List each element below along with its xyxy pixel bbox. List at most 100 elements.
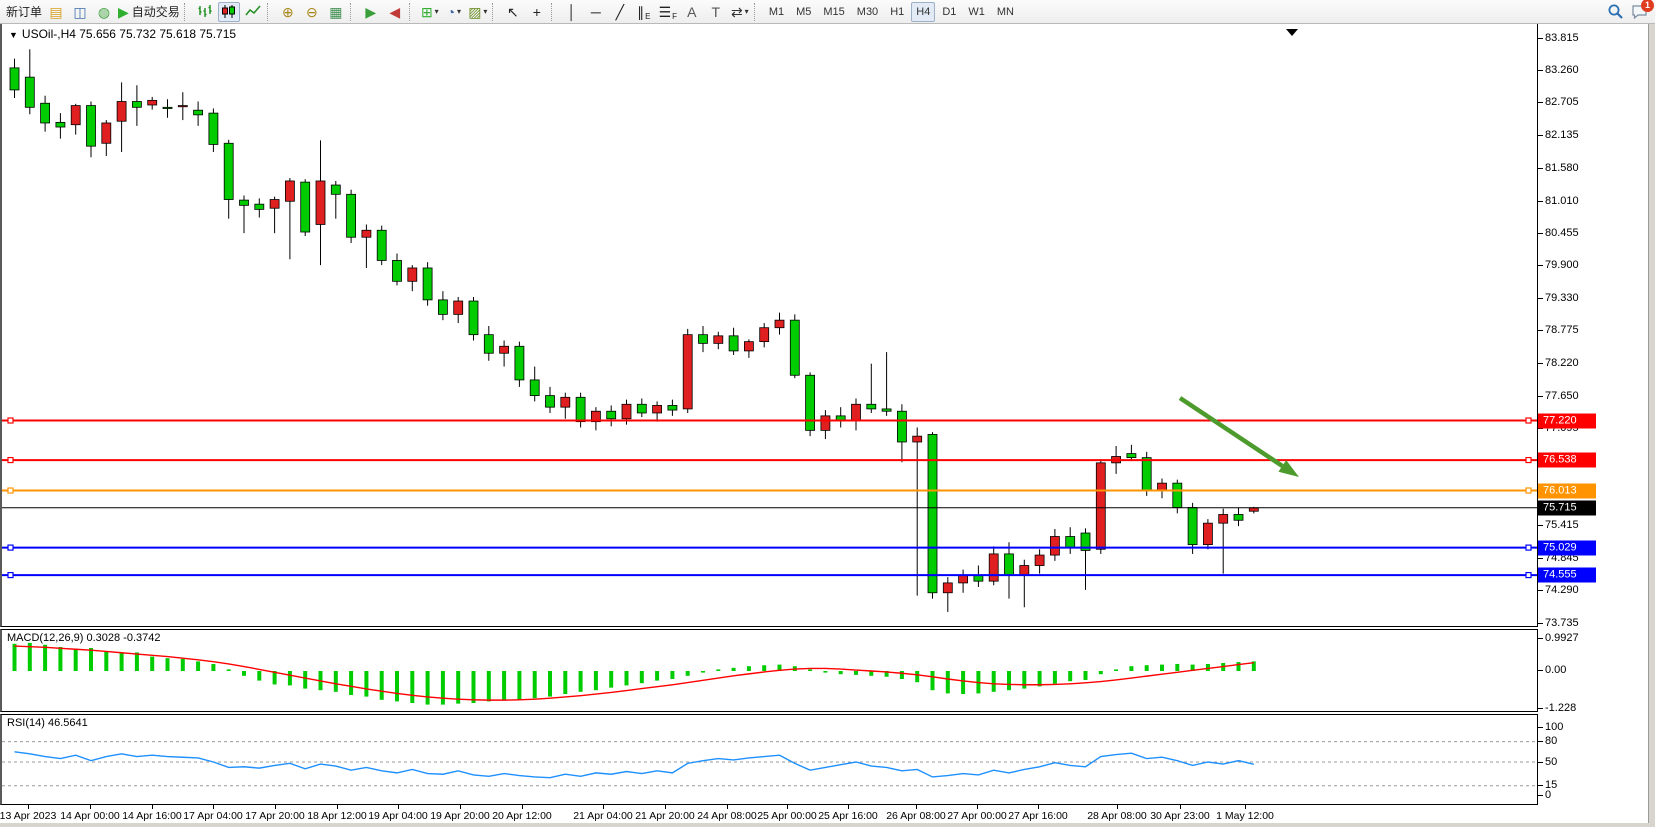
time-tick [665,805,666,809]
macd-label: MACD(12,26,9) 0.3028 -0.3742 [7,632,161,644]
candle [1142,458,1151,490]
line-handle[interactable] [8,418,13,423]
timeframe-mn[interactable]: MN [992,2,1019,22]
candlestick-chart[interactable] [2,24,1537,625]
timeframe-m5[interactable]: M5 [791,2,816,22]
price-line-badge-76.538: 76.538 [1538,453,1596,468]
timeframe-m1[interactable]: M1 [764,2,789,22]
price-tick-label: 81.010 [1545,195,1579,207]
rsi-pane[interactable]: RSI(14) 46.5641 [0,714,1538,805]
timeframe-d1[interactable]: D1 [937,2,961,22]
candle [102,123,111,143]
timeframe-h4[interactable]: H4 [911,2,935,22]
time-axis-label: 25 Apr 00:00 [757,810,817,822]
bar-chart-icon[interactable] [194,2,216,22]
main-chart-pane[interactable]: ▼USOil-,H4 75.656 75.732 75.618 75.715 [0,24,1538,627]
axis-tick [1538,525,1543,526]
candle [1219,514,1228,523]
line-handle[interactable] [8,573,13,578]
line-handle[interactable] [1526,488,1531,493]
autotrading-button[interactable]: ▶自动交易 [117,2,181,22]
new-order-button[interactable]: 新订单 [5,2,43,22]
tile-windows-icon[interactable]: ▦ [325,2,347,22]
line-handle[interactable] [1526,418,1531,423]
horizontal-line-icon[interactable]: ─ [585,2,607,22]
equidistant-channel-icon[interactable]: ∥E [633,2,655,22]
auto-scroll-icon[interactable]: ▶ [360,2,382,22]
axis-tick [1538,670,1543,671]
text-icon[interactable]: A [681,2,703,22]
periods-icon[interactable]: ◔▾ [443,2,465,22]
zoom-in-icon: ⊕ [282,5,294,19]
candle [255,204,264,209]
candle [714,336,723,344]
arrows-icon-dropdown-caret[interactable]: ▾ [745,7,749,16]
line-handle[interactable] [1526,573,1531,578]
timeframe-h1[interactable]: H1 [885,2,909,22]
fibonacci-icon: ☰ [659,5,672,19]
time-axis[interactable]: 13 Apr 202314 Apr 00:0014 Apr 16:0017 Ap… [0,805,1655,823]
chart-collapse-icon[interactable]: ▼ [9,30,18,40]
market-watch-icon[interactable]: ◫ [69,2,91,22]
periods-icon-dropdown-caret[interactable]: ▾ [457,7,461,16]
search-icon[interactable] [1604,2,1626,22]
candlestick-chart-icon[interactable] [218,2,240,22]
candle [744,342,753,351]
trendline-icon[interactable]: ╱ [609,2,631,22]
axis-tick [1538,785,1543,786]
time-tick [213,805,214,809]
candle [117,102,126,122]
bar-chart-icon [197,4,213,19]
trend-arrow-annotation[interactable] [1180,398,1282,466]
chart-header: ▼USOil-,H4 75.656 75.732 75.618 75.715 [9,27,236,41]
candle [408,268,417,281]
axis-tick [1538,168,1543,169]
crosshair-icon[interactable]: + [526,2,548,22]
line-handle[interactable] [8,545,13,550]
candle [163,107,172,108]
zoom-in-icon[interactable]: ⊕ [277,2,299,22]
add-indicator-icon[interactable]: ⊞▾ [419,2,441,22]
arrows-icon[interactable]: ⇄▾ [729,2,751,22]
line-handle[interactable] [1526,545,1531,550]
time-axis-label: 14 Apr 16:00 [122,810,182,822]
templates-icon-dropdown-caret[interactable]: ▾ [483,7,487,16]
candle [25,77,34,107]
notifications-icon[interactable]: 1 [1628,2,1650,22]
vertical-line-icon[interactable]: │ [561,2,583,22]
line-chart-icon[interactable] [242,2,264,22]
templates-icon[interactable]: ▨▾ [467,2,489,22]
line-handle[interactable] [1526,458,1531,463]
timeframe-m15[interactable]: M15 [818,2,849,22]
time-axis-label: 21 Apr 04:00 [573,810,633,822]
line-handle[interactable] [8,458,13,463]
axis-tick [1538,102,1543,103]
time-axis-label: 18 Apr 12:00 [307,810,367,822]
toolbar: 新订单▤◫◍▶自动交易⊕⊖▦▶◀⊞▾◔▾▨▾↖+│─╱∥E☰FAT⇄▾M1M5M… [0,0,1655,24]
macd-pane[interactable]: MACD(12,26,9) 0.3028 -0.3742 [0,629,1538,712]
timeframe-w1[interactable]: W1 [963,2,990,22]
axis-tick [1538,590,1543,591]
text-label-icon[interactable]: T [705,2,727,22]
price-axis[interactable]: 83.81583.26082.70582.13581.58081.01080.4… [1538,24,1648,805]
zoom-out-icon[interactable]: ⊖ [301,2,323,22]
add-indicator-icon-dropdown-caret[interactable]: ▾ [435,7,439,16]
autotrading-button: ▶ [118,5,129,19]
line-handle[interactable] [8,488,13,493]
candle [56,122,65,127]
chart-shift-icon[interactable]: ◀ [384,2,406,22]
signals-icon[interactable]: ◍ [93,2,115,22]
candle [668,405,677,410]
candle [790,320,799,375]
trendline-icon: ╱ [616,5,624,19]
macd-chart [2,630,1537,711]
candle [240,200,249,205]
timeframe-m30[interactable]: M30 [852,2,883,22]
price-tick-label: 79.900 [1545,259,1579,271]
candle [561,397,570,407]
fibonacci-icon[interactable]: ☰F [657,2,679,22]
time-tick [1245,805,1246,809]
cursor-icon[interactable]: ↖ [502,2,524,22]
quotes-icon[interactable]: ▤ [45,2,67,22]
axis-tick [1538,558,1543,559]
